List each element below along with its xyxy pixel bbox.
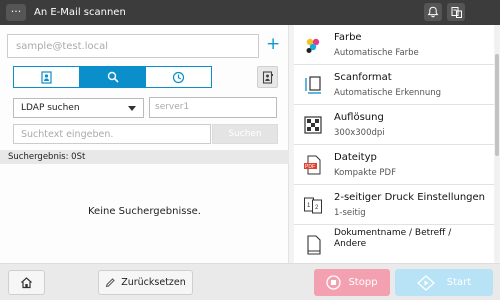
reset-button[interactable]: Zurücksetzen (98, 270, 193, 295)
setting-scan-format-value: Automatische Erkennung (334, 88, 441, 98)
address-detail-button[interactable] (257, 66, 278, 88)
setting-document-name[interactable]: Dokumentname / Betreff / Andere (294, 225, 494, 263)
email-field[interactable]: sample@test.local (7, 34, 259, 58)
setting-color-label: Farbe (334, 32, 362, 43)
no-results-message: Keine Suchergebnisse. (88, 206, 201, 217)
start-button[interactable]: Start (395, 269, 493, 296)
address-tabs (13, 66, 212, 88)
document-icon (307, 235, 321, 255)
duplex-icon: 12 (304, 197, 322, 214)
setting-color-value: Automatische Farbe (334, 48, 419, 58)
start-label: Start (446, 277, 472, 288)
setting-color[interactable]: Farbe Automatische Farbe (294, 25, 494, 65)
menu-button[interactable]: ··· (6, 4, 26, 21)
setting-file-type[interactable]: PDF Dateityp Kompakte PDF (294, 145, 494, 185)
stop-icon (326, 275, 342, 290)
scrollbar-thumb[interactable] (495, 54, 499, 156)
ldap-search-select[interactable]: LDAP suchen (13, 98, 144, 118)
server-field[interactable]: server1 (149, 97, 277, 118)
settings-scrollbar[interactable] (495, 26, 499, 261)
setting-scan-format-label: Scanformat (334, 72, 392, 83)
pdf-file-icon: PDF (304, 155, 321, 175)
home-icon (21, 277, 32, 289)
tab-history[interactable] (146, 67, 211, 87)
device-status-icon[interactable] (447, 3, 465, 21)
ldap-select-value: LDAP suchen (21, 103, 80, 113)
settings-panel: Farbe Automatische Farbe Scanformat Auto… (294, 25, 494, 263)
top-bar: ··· An E-Mail scannen (0, 0, 500, 25)
stop-button[interactable]: Stopp (314, 269, 390, 296)
svg-text:PDF: PDF (305, 164, 315, 170)
resolution-icon (304, 116, 322, 134)
bell-icon[interactable] (424, 3, 442, 21)
setting-resolution-value: 300x300dpi (334, 128, 385, 138)
address-book-detail-icon (262, 70, 273, 84)
reset-label: Zurücksetzen (121, 277, 186, 288)
bottom-bar: Zurücksetzen Stopp Start (0, 263, 500, 300)
home-button[interactable] (8, 270, 45, 295)
color-icon (306, 38, 320, 53)
search-button[interactable]: Suchen (212, 124, 278, 144)
setting-duplex-label: 2-seitiger Druck Einstellungen (334, 192, 486, 203)
setting-document-name-label: Dokumentname / Betreff / Andere (334, 228, 452, 249)
tab-address-book[interactable] (14, 67, 80, 87)
tab-search[interactable] (80, 67, 146, 87)
setting-duplex[interactable]: 12 2-seitiger Druck Einstellungen 1-seit… (294, 185, 494, 225)
setting-resolution-label: Auflösung (334, 112, 384, 123)
svg-text:1: 1 (307, 203, 311, 209)
scan-format-icon (305, 76, 321, 94)
page-title: An E-Mail scannen (34, 7, 126, 18)
search-icon (107, 71, 119, 83)
setting-file-type-value: Kompakte PDF (334, 168, 396, 178)
address-book-icon (41, 70, 52, 84)
setting-file-type-label: Dateityp (334, 152, 377, 163)
search-input[interactable]: Suchtext eingeben. (13, 124, 211, 144)
reset-pencil-icon (106, 278, 115, 288)
setting-resolution[interactable]: Auflösung 300x300dpi (294, 105, 494, 145)
search-result-count: Suchergebnis: 0St (0, 150, 289, 164)
address-panel: sample@test.local + LDAP suchen server1 … (0, 25, 289, 263)
chevron-down-icon (128, 106, 136, 111)
stop-label: Stopp (348, 277, 378, 288)
start-icon (416, 274, 435, 291)
setting-scan-format[interactable]: Scanformat Automatische Erkennung (294, 65, 494, 105)
history-clock-icon (172, 71, 185, 83)
add-destination-button[interactable]: + (266, 36, 280, 53)
setting-duplex-value: 1-seitig (334, 208, 366, 218)
